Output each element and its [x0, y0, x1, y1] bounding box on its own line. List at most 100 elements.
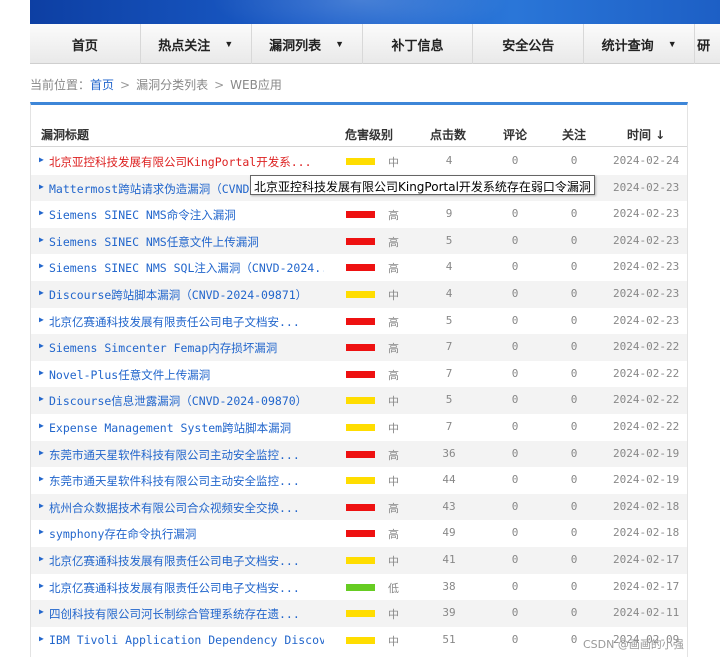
table-row: ▶ Discourse跨站脚本漏洞（CNVD-2024-09871） 中 4 0 0 202…	[31, 281, 687, 308]
severity-bar	[346, 397, 375, 405]
bullet-icon: ▶	[39, 500, 44, 510]
nav-item[interactable]: 热点关注 ▼	[141, 24, 252, 64]
follow-count: 0	[570, 446, 578, 460]
severity-label: 高	[388, 501, 399, 515]
publish-date: 2024-02-23	[613, 313, 680, 327]
severity-label: 中	[388, 608, 399, 622]
publish-date: 2024-02-17	[613, 553, 680, 566]
header-time-sort[interactable]: 时间 ↓	[627, 126, 665, 143]
follow-count: 0	[570, 260, 578, 274]
nav-item[interactable]: 统计查询 ▼	[584, 24, 696, 64]
nav-item[interactable]: 漏洞列表 ▼	[252, 24, 363, 64]
vulnerability-title-link[interactable]: Siemens SINEC NMS任意文件上传漏洞	[49, 234, 324, 250]
comment-count: 0	[511, 632, 519, 646]
nav-item[interactable]: 首页	[30, 24, 141, 64]
vulnerability-title-link[interactable]: 东莞市通天星软件科技有限公司主动安全监控...	[49, 447, 324, 463]
comment-count: 0	[511, 233, 519, 247]
comment-count: 0	[511, 606, 519, 620]
severity-bar	[346, 424, 375, 431]
vulnerability-title-link[interactable]: symphony存在命令执行漏洞	[49, 526, 324, 542]
breadcrumb-current: WEB应用	[230, 78, 282, 92]
main-nav: 首页 热点关注 ▼ 漏洞列表 ▼ 补丁信息 安全公告 统计查询 ▼ 研	[30, 24, 720, 64]
vulnerability-title-link[interactable]: 北京亿赛通科技发展有限责任公司电子文档安...	[49, 553, 324, 569]
breadcrumb-separator: >	[214, 78, 225, 92]
header-severity[interactable]: 危害级别	[345, 126, 393, 143]
follow-count: 0	[570, 606, 578, 620]
table-row: ▶ 北京亿赛通科技发展有限责任公司电子文档安... 低 38 0 0 2024-02-17	[31, 574, 687, 601]
click-count: 5	[445, 393, 453, 407]
nav-item-label: 安全公告	[502, 37, 555, 53]
vulnerability-title-link[interactable]: Siemens Simcenter Femap内存损坏漏洞	[49, 340, 324, 356]
severity-bar	[346, 211, 375, 219]
nav-item[interactable]: 研	[695, 24, 720, 64]
header-clicks[interactable]: 点击数	[430, 126, 466, 143]
severity-bar	[346, 344, 375, 352]
chevron-down-icon: ▼	[667, 39, 677, 49]
breadcrumb-home-link[interactable]: 首页	[90, 78, 114, 92]
bullet-icon: ▶	[39, 181, 44, 191]
comment-count: 0	[511, 260, 519, 274]
vulnerability-title-link[interactable]: Expense Management System跨站脚本漏洞	[49, 420, 324, 436]
click-count: 5	[445, 313, 453, 327]
click-count: 4	[445, 260, 453, 274]
vulnerability-title-link[interactable]: 东莞市通天星软件科技有限公司主动安全监控...	[49, 473, 324, 489]
vulnerability-title-link[interactable]: IBM Tivoli Application Dependency Discov…	[49, 633, 324, 647]
vulnerability-title-link[interactable]: Siemens SINEC NMS SQL注入漏洞（CNVD-2024...	[49, 260, 324, 276]
table-row: ▶ 北京亚控科技发展有限公司KingPortal开发系... 中 4 0 0 2024-02…	[31, 148, 687, 175]
severity-bar	[346, 610, 375, 618]
publish-date: 2024-02-22	[613, 420, 680, 433]
chevron-down-icon: ▼	[224, 39, 234, 49]
vulnerability-title-link[interactable]: 北京亚控科技发展有限公司KingPortal开发系...	[49, 154, 324, 170]
table-row: ▶ Discourse信息泄露漏洞（CNVD-2024-09870） 中 5 0 0 202…	[31, 387, 687, 414]
follow-count: 0	[570, 366, 578, 380]
follow-count: 0	[570, 499, 578, 513]
severity-label: 高	[388, 209, 399, 223]
publish-date: 2024-02-18	[613, 499, 680, 513]
vulnerability-title-link[interactable]: 杭州合众数据技术有限公司合众视频安全交换...	[49, 500, 324, 516]
severity-bar	[346, 477, 375, 485]
severity-label: 高	[388, 448, 399, 462]
follow-count: 0	[570, 287, 578, 300]
severity-label: 高	[388, 315, 399, 329]
severity-bar	[346, 317, 375, 325]
header-follows[interactable]: 关注	[562, 126, 586, 143]
nav-item[interactable]: 补丁信息	[363, 24, 474, 64]
vulnerability-title-link[interactable]: 北京亿赛通科技发展有限责任公司电子文档安...	[49, 580, 324, 596]
severity-label: 中	[388, 289, 399, 302]
breadcrumb-category-link[interactable]: 漏洞分类列表	[136, 78, 208, 92]
follow-count: 0	[570, 313, 578, 327]
nav-item[interactable]: 安全公告	[473, 24, 585, 64]
bullet-icon: ▶	[39, 447, 44, 457]
click-count: 44	[442, 473, 456, 487]
publish-date: 2024-02-19	[613, 446, 680, 460]
severity-label: 中	[388, 156, 399, 169]
table-row: ▶ Expense Management System跨站脚本漏洞 中 7 0 0 2024…	[31, 414, 687, 441]
follow-count: 0	[570, 526, 578, 540]
bullet-icon: ▶	[39, 341, 44, 351]
bullet-icon: ▶	[39, 421, 44, 430]
bullet-icon: ▶	[39, 633, 44, 643]
severity-bar	[346, 370, 375, 378]
vulnerability-title-link[interactable]: 北京亿赛通科技发展有限责任公司电子文档安...	[49, 314, 324, 330]
header-title[interactable]: 漏洞标题	[41, 126, 89, 143]
vulnerability-title-link[interactable]: Discourse跨站脚本漏洞（CNVD-2024-09871）	[49, 287, 324, 303]
nav-item-label: 热点关注	[158, 37, 211, 53]
click-count: 41	[442, 553, 456, 566]
header-comments[interactable]: 评论	[503, 126, 527, 143]
publish-date: 2024-02-18	[613, 526, 680, 540]
comment-count: 0	[511, 499, 519, 513]
click-count: 43	[442, 499, 456, 513]
click-count: 51	[442, 632, 456, 646]
severity-label: 中	[388, 475, 399, 489]
table-row: ▶ 北京亿赛通科技发展有限责任公司电子文档安... 中 41 0 0 2024-02-17	[31, 547, 687, 574]
vulnerability-title-link[interactable]: 四创科技有限公司河长制综合管理系统存在遗...	[49, 606, 324, 622]
bullet-icon: ▶	[39, 580, 44, 590]
publish-date: 2024-02-23	[613, 233, 680, 247]
vulnerability-title-link[interactable]: Discourse信息泄露漏洞（CNVD-2024-09870）	[49, 393, 324, 409]
table-row: ▶ Siemens Simcenter Femap内存损坏漏洞 高 7 0 0 2024-0…	[31, 334, 687, 361]
watermark: CSDN @画画的小强	[583, 638, 684, 651]
severity-label: 中	[388, 395, 399, 409]
vulnerability-title-link[interactable]: Novel-Plus任意文件上传漏洞	[49, 367, 324, 383]
vulnerability-title-link[interactable]: Siemens SINEC NMS命令注入漏洞	[49, 207, 324, 223]
publish-date: 2024-02-23	[613, 287, 680, 300]
